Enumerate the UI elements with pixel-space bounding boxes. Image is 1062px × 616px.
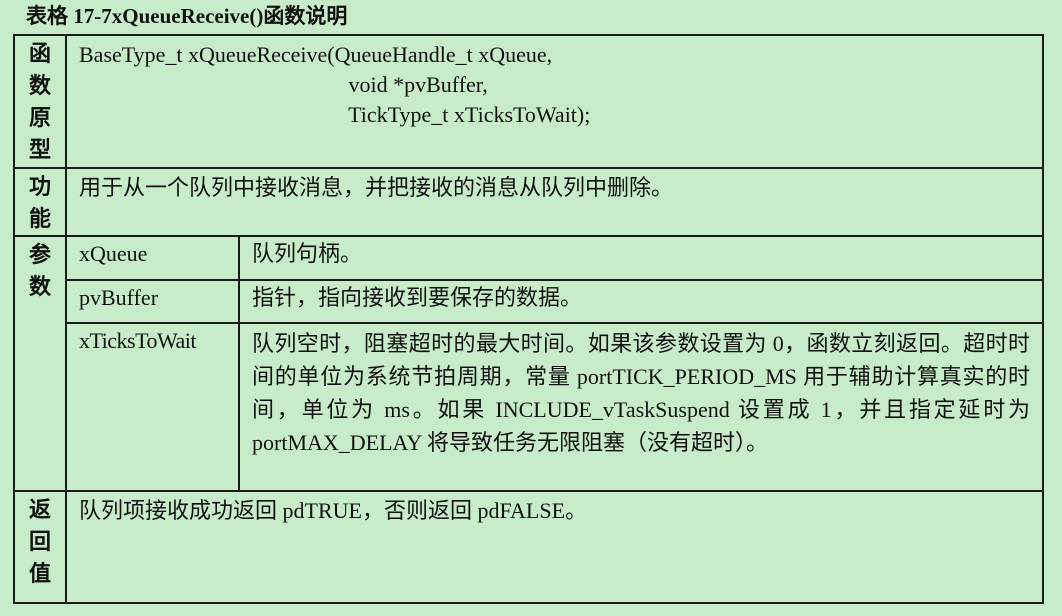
prototype-row: 函数原型 BaseType_t xQueueReceive(QueueHandl…	[13, 34, 1044, 169]
function-row: 功能 用于从一个队列中接收消息，并把接收的消息从队列中删除。	[13, 167, 1044, 237]
function-spec-table: 函数原型 BaseType_t xQueueReceive(QueueHandl…	[13, 34, 1044, 604]
returns-header: 返回值	[28, 497, 51, 586]
prototype-line: BaseType_t xQueueReceive(QueueHandle_t x…	[79, 42, 553, 67]
param-desc: 队列句柄。	[238, 235, 1044, 281]
function-header-cell: 功能	[13, 167, 67, 237]
param-row: 参数 xQueue 队列句柄。	[13, 235, 1044, 492]
param-desc: 队列空时，阻塞超时的最大时间。如果该参数设置为 0，函数立刻返回。超时时间的单位…	[238, 322, 1044, 492]
param-desc: 指针，指向接收到要保存的数据。	[238, 279, 1044, 324]
returns-header-cell: 返回值	[13, 490, 67, 604]
param-name: pvBuffer	[65, 279, 240, 324]
param-name: xQueue	[65, 235, 240, 281]
function-header: 功能	[28, 174, 51, 231]
param-row: pvBuffer 指针，指向接收到要保存的数据。	[14, 279, 1044, 324]
param-name: xTicksToWait	[65, 322, 240, 492]
function-cell: 用于从一个队列中接收消息，并把接收的消息从队列中删除。	[65, 167, 1044, 237]
params-header: 参数	[28, 242, 51, 299]
prototype-cell: BaseType_t xQueueReceive(QueueHandle_t x…	[65, 34, 1044, 169]
returns-text: 队列项接收成功返回 pdTRUE，否则返回 pdFALSE。	[79, 498, 588, 523]
prototype-header: 函数原型	[28, 41, 51, 162]
returns-row: 返回值 队列项接收成功返回 pdTRUE，否则返回 pdFALSE。	[13, 490, 1044, 604]
params-header-cell: 参数	[13, 235, 67, 492]
table-caption: 表格 17-7xQueueReceive()函数说明	[26, 4, 348, 28]
prototype-line: TickType_t xTicksToWait);	[79, 102, 591, 127]
prototype-line: void *pvBuffer,	[79, 72, 488, 97]
function-text: 用于从一个队列中接收消息，并把接收的消息从队列中删除。	[79, 175, 674, 200]
param-row: xTicksToWait 队列空时，阻塞超时的最大时间。如果该参数设置为 0，函…	[14, 322, 1044, 492]
returns-cell: 队列项接收成功返回 pdTRUE，否则返回 pdFALSE。	[65, 490, 1044, 604]
prototype-header-cell: 函数原型	[13, 34, 67, 169]
